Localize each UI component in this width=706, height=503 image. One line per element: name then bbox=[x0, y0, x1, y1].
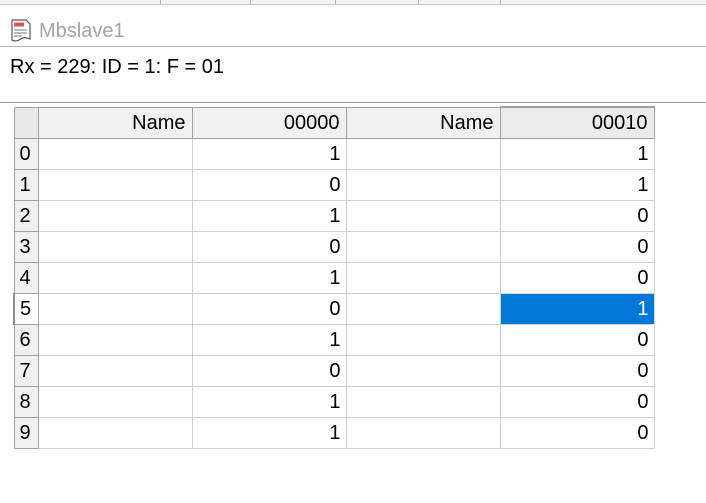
name-cell[interactable] bbox=[37, 262, 193, 294]
name-cell[interactable] bbox=[345, 262, 501, 294]
status-text: Rx = 229: ID = 1: F = 01 bbox=[10, 56, 225, 78]
row-header[interactable]: 8 bbox=[13, 386, 39, 418]
value-cell[interactable]: 1 bbox=[499, 138, 655, 170]
grid-corner[interactable] bbox=[13, 106, 39, 139]
name-cell[interactable] bbox=[37, 355, 193, 387]
table-row: 0 1 1 bbox=[13, 138, 655, 170]
name-cell[interactable] bbox=[345, 355, 501, 387]
value-cell[interactable]: 0 bbox=[499, 231, 655, 263]
name-cell[interactable] bbox=[345, 169, 501, 201]
value-cell[interactable]: 0 bbox=[499, 324, 655, 356]
value-cell[interactable]: 1 bbox=[191, 417, 347, 449]
value-cell[interactable]: 1 bbox=[191, 138, 347, 170]
value-cell[interactable]: 0 bbox=[191, 231, 347, 263]
row-header[interactable]: 9 bbox=[13, 417, 39, 449]
value-cell[interactable]: 0 bbox=[499, 200, 655, 232]
row-header[interactable]: 6 bbox=[13, 324, 39, 356]
table-row: 8 1 0 bbox=[13, 386, 655, 418]
value-cell[interactable]: 0 bbox=[499, 262, 655, 294]
row-header[interactable]: 5 bbox=[13, 293, 39, 325]
name-cell[interactable] bbox=[37, 293, 193, 325]
title-bar[interactable]: Mbslave1 bbox=[0, 5, 706, 46]
name-cell[interactable] bbox=[37, 138, 193, 170]
row-header[interactable]: 2 bbox=[13, 200, 39, 232]
table-row: 6 1 0 bbox=[13, 324, 655, 356]
value-cell[interactable]: 0 bbox=[499, 355, 655, 387]
value-cell[interactable]: 0 bbox=[191, 293, 347, 325]
table-row: 5 0 1 bbox=[13, 293, 655, 325]
column-header-name-2[interactable]: Name bbox=[345, 106, 501, 139]
table-row: 2 1 0 bbox=[13, 200, 655, 232]
name-cell[interactable] bbox=[345, 324, 501, 356]
name-cell[interactable] bbox=[345, 386, 501, 418]
row-header[interactable]: 4 bbox=[13, 262, 39, 294]
name-cell[interactable] bbox=[345, 138, 501, 170]
value-cell[interactable]: 1 bbox=[499, 169, 655, 201]
name-cell[interactable] bbox=[37, 324, 193, 356]
table-row: 4 1 0 bbox=[13, 262, 655, 294]
value-cell[interactable]: 1 bbox=[191, 324, 347, 356]
value-cell[interactable]: 0 bbox=[191, 169, 347, 201]
name-cell[interactable] bbox=[345, 231, 501, 263]
register-grid-area[interactable]: Name 00000 Name 00010 0 1 1 1 0 1 2 1 0 … bbox=[0, 102, 706, 503]
window-title: Mbslave1 bbox=[39, 20, 125, 42]
value-cell[interactable]: 0 bbox=[499, 417, 655, 449]
value-cell[interactable]: 1 bbox=[191, 200, 347, 232]
column-header-00000[interactable]: 00000 bbox=[191, 106, 347, 139]
register-grid[interactable]: Name 00000 Name 00010 0 1 1 1 0 1 2 1 0 … bbox=[13, 106, 655, 449]
name-cell[interactable] bbox=[37, 169, 193, 201]
table-row: 1 0 1 bbox=[13, 169, 655, 201]
row-header[interactable]: 0 bbox=[13, 138, 39, 170]
row-header[interactable]: 7 bbox=[13, 355, 39, 387]
value-cell[interactable]: 0 bbox=[191, 355, 347, 387]
selected-value-cell[interactable]: 1 bbox=[499, 293, 655, 325]
name-cell[interactable] bbox=[37, 231, 193, 263]
status-panel: Rx = 229: ID = 1: F = 01 bbox=[0, 46, 706, 103]
name-cell[interactable] bbox=[37, 386, 193, 418]
table-row: 3 0 0 bbox=[13, 231, 655, 263]
document-icon bbox=[11, 19, 31, 42]
table-row: 7 0 0 bbox=[13, 355, 655, 387]
column-header-name-1[interactable]: Name bbox=[37, 106, 193, 139]
name-cell[interactable] bbox=[345, 200, 501, 232]
table-row: 9 1 0 bbox=[13, 417, 655, 449]
column-header-00010[interactable]: 00010 bbox=[499, 106, 655, 139]
value-cell[interactable]: 1 bbox=[191, 386, 347, 418]
grid-header-row: Name 00000 Name 00010 bbox=[13, 106, 655, 139]
name-cell[interactable] bbox=[345, 417, 501, 449]
row-header[interactable]: 1 bbox=[13, 169, 39, 201]
name-cell[interactable] bbox=[37, 417, 193, 449]
name-cell[interactable] bbox=[345, 293, 501, 325]
row-header[interactable]: 3 bbox=[13, 231, 39, 263]
value-cell[interactable]: 1 bbox=[191, 262, 347, 294]
value-cell[interactable]: 0 bbox=[499, 386, 655, 418]
name-cell[interactable] bbox=[37, 200, 193, 232]
